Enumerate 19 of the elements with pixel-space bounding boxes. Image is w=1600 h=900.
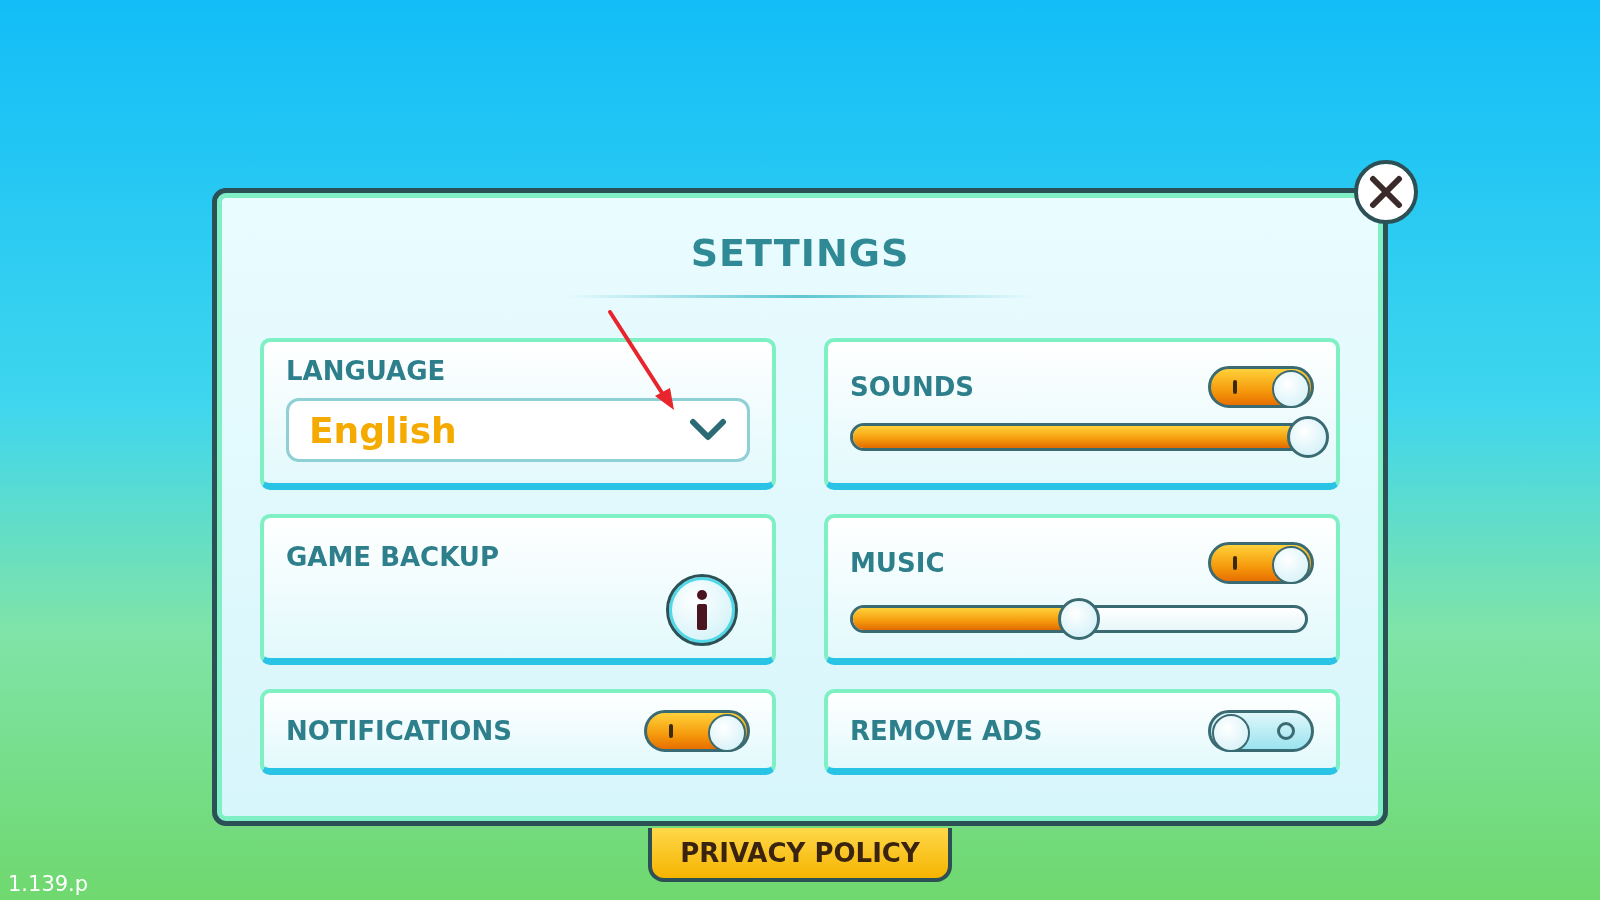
toggle-switch[interactable] <box>1208 542 1314 584</box>
close-icon <box>1369 175 1403 209</box>
settings-title: SETTINGS <box>690 231 910 275</box>
remove-ads-label: REMOVE ADS <box>850 715 1043 746</box>
game-backup-label: GAME BACKUP <box>286 542 501 572</box>
sounds-label: SOUNDS <box>850 372 974 402</box>
chevron-down-icon <box>689 418 727 442</box>
privacy-policy-button[interactable]: PRIVACY POLICY <box>648 828 952 882</box>
language-label: LANGUAGE <box>286 356 447 386</box>
toggle-switch[interactable] <box>1208 709 1314 752</box>
slider-thumb[interactable] <box>1058 598 1100 640</box>
music-label: MUSIC <box>850 548 945 578</box>
info-icon <box>694 590 710 630</box>
notifications-label: NOTIFICATIONS <box>286 715 512 746</box>
toggle-switch[interactable] <box>644 709 750 752</box>
toggle-switch[interactable] <box>1208 366 1314 408</box>
slider-thumb[interactable] <box>1287 416 1329 458</box>
volume-slider[interactable] <box>850 416 1326 458</box>
version-text: 1.139.p <box>8 872 89 896</box>
